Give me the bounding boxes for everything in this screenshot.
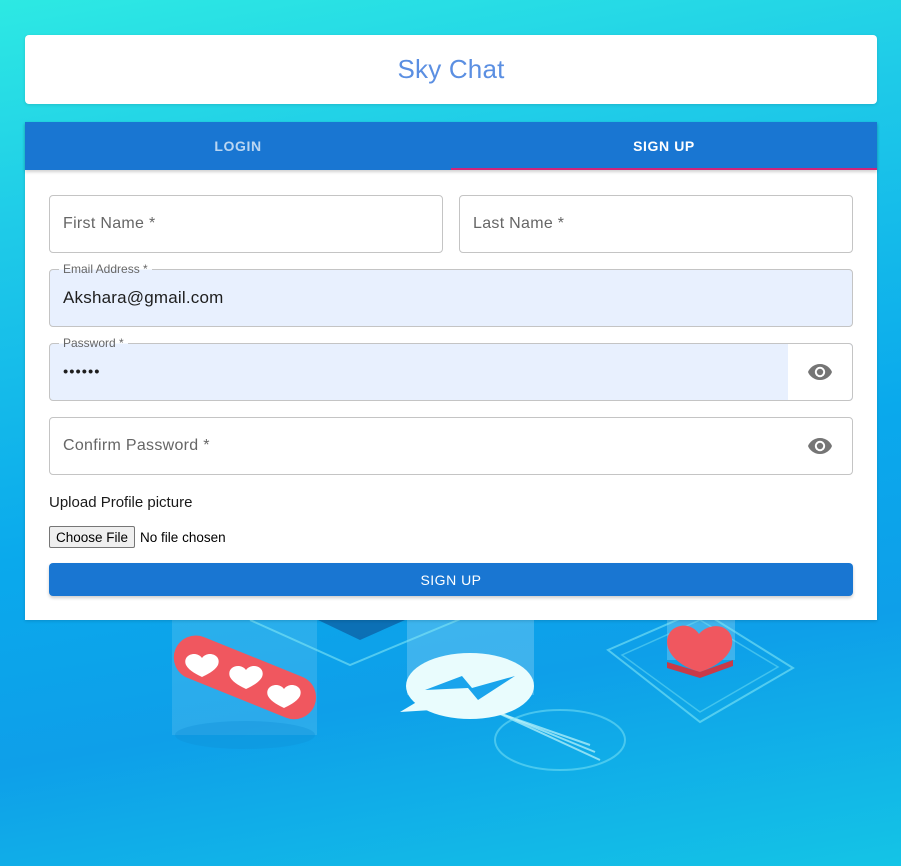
email-label: Email Address * [59, 262, 152, 276]
last-name-placeholder: Last Name * [473, 215, 565, 232]
upload-profile-label: Upload Profile picture [49, 494, 193, 511]
first-name-placeholder: First Name * [63, 215, 156, 232]
file-input: Choose File No file chosen [49, 526, 226, 548]
confirm-password-placeholder: Confirm Password * [63, 437, 210, 454]
password-field[interactable]: Password * •••••• [49, 336, 853, 401]
tab-login[interactable]: LOGIN [25, 122, 451, 170]
header-card: Sky Chat [25, 35, 877, 104]
choose-file-button[interactable]: Choose File [49, 526, 136, 548]
sign-up-button[interactable]: SIGN UP [49, 563, 853, 596]
email-value: Akshara@gmail.com [63, 288, 224, 307]
auth-tabs: LOGIN SIGN UP [25, 122, 877, 170]
file-status: No file chosen [140, 529, 226, 545]
last-name-field[interactable]: Last Name * [459, 195, 853, 253]
confirm-password-visibility-toggle[interactable] [788, 418, 852, 474]
eye-icon [808, 364, 832, 380]
confirm-password-field[interactable]: Confirm Password * [49, 417, 853, 475]
app-title: Sky Chat [397, 54, 505, 84]
tab-sign-up[interactable]: SIGN UP [451, 122, 877, 170]
auth-card: LOGIN SIGN UP First Name * Last Name * E… [25, 122, 877, 620]
first-name-field[interactable]: First Name * [49, 195, 443, 253]
password-label: Password * [59, 336, 128, 350]
password-visibility-toggle[interactable] [788, 344, 852, 400]
eye-icon [808, 438, 832, 454]
email-field[interactable]: Email Address * Akshara@gmail.com [49, 262, 853, 327]
password-value: •••••• [63, 363, 101, 381]
